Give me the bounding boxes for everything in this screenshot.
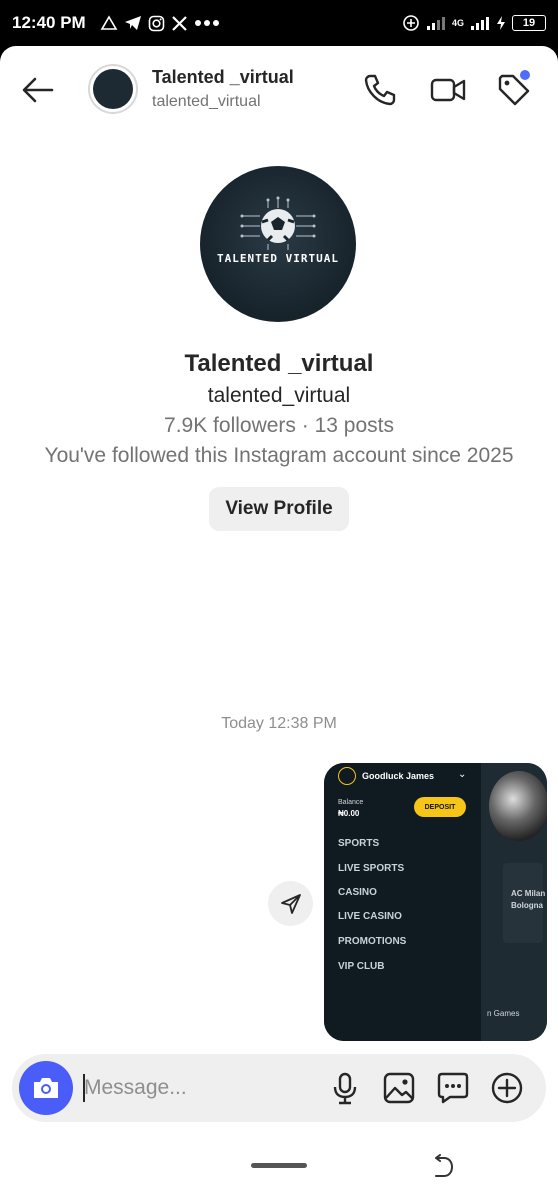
phone-icon[interactable] [362, 72, 398, 108]
add-circle-icon[interactable] [490, 1071, 524, 1105]
instagram-icon [148, 15, 165, 31]
add-circle-icon [403, 15, 419, 31]
message-input[interactable] [84, 1070, 304, 1106]
menu-item-live-sports: LIVE SPORTS [338, 863, 405, 874]
menu-item-promotions: PROMOTIONS [338, 936, 407, 947]
network-type: 4G [451, 18, 464, 28]
menu-user-row: Goodluck James [338, 767, 434, 785]
balance-label: Balance [338, 799, 364, 806]
video-icon[interactable] [430, 72, 466, 108]
menu-item-casino: CASINO [338, 887, 377, 898]
profile-username: talented_virtual [207, 384, 351, 407]
profile-stats: 7.9K followers · 13 posts [164, 414, 394, 437]
soccer-ball-icon [240, 196, 316, 250]
dm-thread-screen: Talented _virtual talented_virtual TALEN… [0, 46, 558, 1200]
gallery-icon[interactable] [382, 1071, 416, 1105]
soccer-ball-image [489, 771, 547, 841]
follow-since-note: You've followed this Instagram account s… [44, 444, 514, 467]
x-icon [171, 15, 187, 31]
microphone-icon[interactable] [328, 1071, 362, 1105]
charging-icon [497, 16, 505, 30]
balance-value: ₦0.00 [338, 809, 360, 818]
profile-avatar[interactable]: TALENTED VIRTUAL [200, 166, 356, 322]
send-icon [280, 893, 301, 914]
status-bar: 12:40 PM 4G 19 [0, 0, 558, 46]
profile-display-name: Talented _virtual [184, 350, 374, 377]
system-status: 4G 19 [402, 14, 546, 32]
shared-image-message[interactable]: AC Milan Bologna n Games Goodluck James … [324, 763, 547, 1041]
signal-icon [471, 17, 489, 30]
menu-user-name: Goodluck James [362, 771, 435, 781]
camera-icon [34, 1078, 58, 1098]
menu-item-vip-club: VIP CLUB [338, 961, 385, 972]
notification-icons [100, 15, 220, 32]
signal-icon [426, 17, 445, 30]
logo-wordmark: TALENTED VIRTUAL [217, 252, 339, 265]
message-timestamp: Today 12:38 PM [221, 715, 337, 732]
notification-dot [520, 70, 530, 80]
thread-header: Talented _virtual talented_virtual [0, 46, 558, 136]
header-display-name[interactable]: Talented _virtual [152, 67, 294, 88]
menu-item-sports: SPORTS [338, 838, 380, 849]
image-background-panel: AC Milan Bologna n Games [481, 763, 547, 1041]
view-profile-button[interactable]: View Profile [209, 487, 349, 531]
header-username[interactable]: talented_virtual [152, 93, 261, 111]
image-side-menu: Goodluck James ⌄ Balance ₦0.00 DEPOSIT S… [324, 763, 481, 1041]
more-dots-icon [194, 20, 219, 26]
message-composer [12, 1054, 546, 1122]
avatar[interactable] [88, 64, 138, 114]
match-team-2: Bologna [511, 901, 543, 910]
status-time: 12:40 PM [12, 13, 86, 32]
camera-button[interactable] [19, 1061, 73, 1115]
telegram-icon [124, 16, 141, 30]
sticker-chat-icon[interactable] [436, 1071, 470, 1105]
deposit-badge: DEPOSIT [414, 797, 466, 817]
games-label: n Games [487, 1009, 520, 1018]
user-icon [338, 767, 356, 785]
menu-item-live-casino: LIVE CASINO [338, 911, 402, 922]
match-team-1: AC Milan [511, 889, 546, 898]
nav-back-icon[interactable] [430, 1154, 456, 1180]
chevron-down-icon: ⌄ [458, 769, 467, 780]
alert-triangle-icon [100, 15, 118, 30]
back-arrow-icon[interactable] [20, 72, 56, 108]
battery-icon: 19 [512, 15, 546, 31]
home-gesture-bar[interactable] [251, 1163, 307, 1168]
share-button[interactable] [268, 881, 313, 926]
